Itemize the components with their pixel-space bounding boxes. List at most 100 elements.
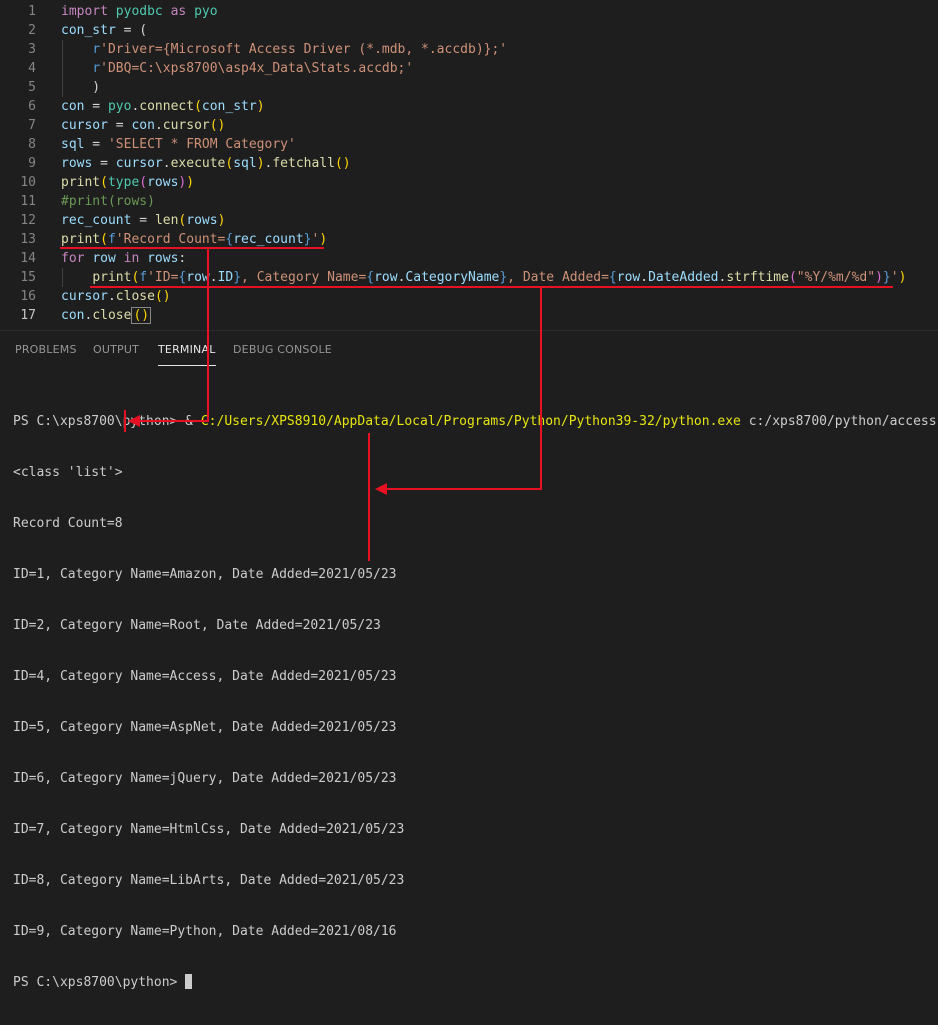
code-token: connect <box>139 99 195 114</box>
tab-debug-console[interactable]: DEBUG CONSOLE <box>233 343 332 356</box>
terminal-line: <class 'list'> <box>13 465 123 480</box>
line-number: 15 <box>20 270 36 285</box>
line-number: 16 <box>20 289 36 304</box>
code-token: con_str <box>61 23 116 38</box>
code-line[interactable]: 1 import pyodbc as pyo <box>0 2 938 21</box>
terminal-line: ID=9, Category Name=Python, Date Added=2… <box>13 924 397 939</box>
line-number: 9 <box>28 156 36 171</box>
code-token: ) <box>875 270 883 285</box>
code-line[interactable]: 15 print(f'ID={row.ID}, Category Name={r… <box>0 268 938 287</box>
code-line[interactable]: 12 rec_count = len(rows) <box>0 211 938 230</box>
terminal-line: ID=7, Category Name=HtmlCss, Date Added=… <box>13 822 405 837</box>
code-text: sql = 'SELECT * FROM Category' <box>61 135 296 154</box>
terminal-prompt: PS C:\xps8700\python> <box>13 975 186 990</box>
code-token: len <box>154 213 179 228</box>
code-line[interactable]: 10 print(type(rows)) <box>0 173 938 192</box>
terminal-output[interactable]: PS C:\xps8700\python> & C:/Users/XPS8910… <box>13 379 938 1025</box>
code-text: rows = cursor.execute(sql).fetchall() <box>61 154 351 173</box>
code-token: close <box>115 289 155 304</box>
code-token: row <box>616 270 641 285</box>
code-token: ) <box>256 99 265 114</box>
code-token: rec_count <box>233 232 304 247</box>
code-token: ( <box>194 99 202 114</box>
code-token: DateAdded <box>648 270 719 285</box>
terminal-line: ID=6, Category Name=jQuery, Date Added=2… <box>13 771 397 786</box>
code-line[interactable]: 4 r'DBQ=C:\xps8700\asp4x_Data\Stats.accd… <box>0 59 938 78</box>
code-token: 'Record Count= <box>115 232 226 247</box>
code-text: for row in rows: <box>61 249 186 268</box>
code-token: r <box>92 42 101 57</box>
code-token: ) <box>256 156 265 171</box>
line-number: 5 <box>28 80 36 95</box>
code-line[interactable]: 14 for row in rows: <box>0 249 938 268</box>
code-text: cursor = con.cursor() <box>61 116 225 135</box>
code-token: = ( <box>115 23 148 38</box>
code-token: con <box>61 99 85 114</box>
code-token: () <box>209 118 226 133</box>
code-text: print(type(rows)) <box>61 173 194 192</box>
code-line[interactable]: 6 con = pyo.connect(con_str) <box>0 97 938 116</box>
terminal-line: Record Count=8 <box>13 516 123 531</box>
code-token: () <box>334 156 351 171</box>
code-token: . <box>107 289 116 304</box>
code-token: ( <box>100 232 108 247</box>
code-token: cursor <box>162 118 210 133</box>
code-token: 'DBQ=C:\xps8700\asp4x_Data\Stats.accdb;' <box>100 61 414 76</box>
code-token: rows <box>61 156 93 171</box>
terminal-line: ID=8, Category Name=LibArts, Date Added=… <box>13 873 405 888</box>
code-token: ) <box>319 232 328 247</box>
code-line[interactable]: 7 cursor = con.cursor() <box>0 116 938 135</box>
code-token: : <box>178 251 187 266</box>
code-token: = <box>84 99 108 114</box>
code-token: rows <box>147 251 179 266</box>
line-number: 11 <box>20 194 36 209</box>
code-token: con_str <box>201 99 257 114</box>
code-token: con <box>61 308 85 323</box>
line-number: 13 <box>20 232 36 247</box>
code-text: cursor.close() <box>61 287 171 306</box>
code-line[interactable]: 2 con_str = ( <box>0 21 938 40</box>
terminal-final-line: PS C:\xps8700\python> <box>13 974 938 991</box>
code-token: pyodbc <box>115 4 163 19</box>
code-token: () <box>131 307 152 324</box>
tab-output[interactable]: OUTPUT <box>93 343 139 356</box>
code-line[interactable]: 8 sql = 'SELECT * FROM Category' <box>0 135 938 154</box>
panel-tabs: PROBLEMS OUTPUT TERMINAL DEBUG CONSOLE <box>0 331 938 369</box>
line-number: 17 <box>20 308 36 323</box>
code-line[interactable]: 9 rows = cursor.execute(sql).fetchall() <box>0 154 938 173</box>
code-token: , Category Name= <box>241 270 367 285</box>
tab-terminal[interactable]: TERMINAL <box>158 343 216 366</box>
code-token: print <box>61 175 101 190</box>
code-token: row <box>186 270 210 285</box>
code-token: . <box>209 270 218 285</box>
code-token: import <box>61 4 108 19</box>
terminal-command-arg: c:/xps8700/python/access-1.py <box>748 414 938 429</box>
code-line[interactable]: 16 cursor.close() <box>0 287 938 306</box>
code-token: } <box>882 270 891 285</box>
code-line[interactable]: 5 ) <box>0 78 938 97</box>
code-text: r'Driver={Microsoft Access Driver (*.mdb… <box>61 40 507 59</box>
code-token: ( <box>139 175 148 190</box>
code-line[interactable]: 3 r'Driver={Microsoft Access Driver (*.m… <box>0 40 938 59</box>
code-token: cursor <box>115 156 163 171</box>
code-line[interactable]: 11 #print(rows) <box>0 192 938 211</box>
code-token: = <box>107 118 132 133</box>
code-line[interactable]: 13 print(f'Record Count={rec_count}') <box>0 230 938 249</box>
terminal-command-exe: C:/Users/XPS8910/AppData/Local/Programs/… <box>200 414 741 429</box>
tab-problems[interactable]: PROBLEMS <box>15 343 77 356</box>
code-token: pyo <box>194 4 218 19</box>
code-token: ) <box>898 270 907 285</box>
code-token: f <box>107 232 116 247</box>
code-token: r <box>92 61 101 76</box>
code-editor[interactable]: 1 import pyodbc as pyo 2 con_str = (3 r'Dri… <box>0 0 938 328</box>
line-number: 6 <box>28 99 36 114</box>
code-token: 'ID= <box>147 270 179 285</box>
code-token: , Date Added= <box>507 270 609 285</box>
code-token: sql <box>233 156 257 171</box>
code-line[interactable]: 17 con.close() <box>0 306 938 325</box>
